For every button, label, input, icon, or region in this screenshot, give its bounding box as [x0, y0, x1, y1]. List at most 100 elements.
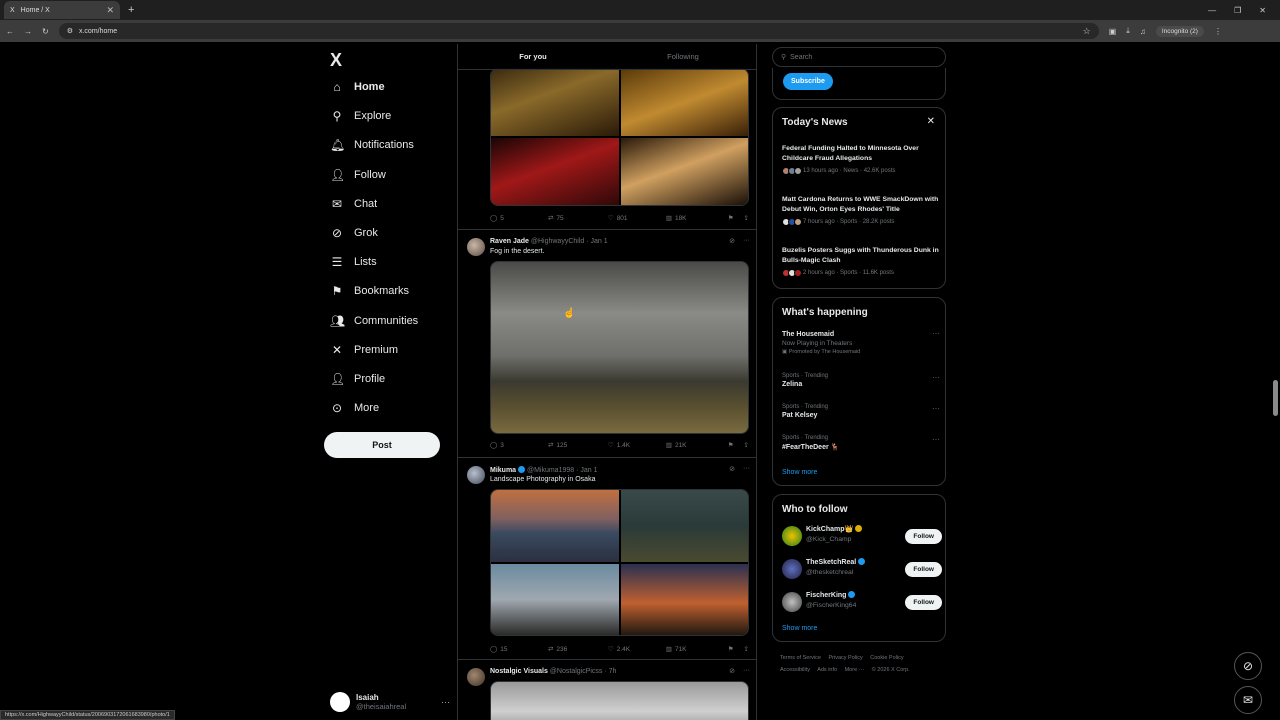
post-casino[interactable]: ◯ 5 ⇄ 75 ♡ 801 ▥ 18K ⚑ ⇪ — [458, 44, 756, 230]
more-dots-icon[interactable]: ··· — [743, 465, 750, 473]
nav-item-explore[interactable]: ⚲ Explore — [330, 105, 392, 127]
trend-item[interactable]: Sports · Trending Zelina ··· — [782, 373, 942, 388]
follow-suggestion[interactable]: FischerKing @FischerKing64 Follow — [782, 589, 942, 615]
photo-casino-interior[interactable] — [491, 69, 619, 136]
photo-neon-bar[interactable] — [491, 138, 619, 205]
messages-fab-icon[interactable]: ✉ — [1234, 686, 1262, 714]
site-info-icon[interactable]: ⚙ — [67, 27, 73, 35]
more-dots-icon[interactable]: ··· — [932, 404, 940, 413]
avatar[interactable] — [467, 238, 485, 256]
reply-button[interactable]: ◯ 3 — [490, 441, 548, 450]
nav-item-follow[interactable]: 👤︎ Follow — [330, 164, 386, 186]
post-fog-desert[interactable]: Raven Jade @HighwayyChild · Jan 1 ⊘ ··· F… — [458, 230, 756, 458]
close-tab-icon[interactable]: ✕ — [106, 5, 114, 16]
nav-item-communities[interactable]: 👥︎ Communities — [330, 310, 418, 332]
nav-item-home[interactable]: ⌂ Home — [330, 76, 384, 98]
more-dots-icon[interactable]: ··· — [932, 329, 940, 338]
views-button[interactable]: ▥ 21K — [666, 441, 728, 450]
bookmark-icon[interactable]: ⚑ — [728, 441, 734, 449]
search-input[interactable]: ⚲ Search — [772, 47, 946, 67]
address-bar[interactable]: ⚙ x.com/home ☆ — [58, 23, 1099, 39]
post-media-grid[interactable] — [490, 489, 749, 636]
bookmark-icon[interactable]: ⚑ — [728, 645, 734, 653]
more-dots-icon[interactable]: ··· — [441, 697, 450, 707]
more-dots-icon[interactable]: ··· — [932, 373, 940, 382]
incognito-badge[interactable]: Incognito (2) — [1155, 25, 1204, 37]
show-more-link[interactable]: Show more — [782, 469, 817, 476]
repost-button[interactable]: ⇄ 125 — [548, 441, 608, 450]
author-handle[interactable]: @Mikuma1998 — [527, 467, 574, 474]
photo-train-wires[interactable] — [491, 563, 619, 635]
footer-link[interactable]: Privacy Policy — [829, 655, 863, 661]
show-more-link[interactable]: Show more — [782, 625, 817, 632]
back-icon[interactable]: ← — [6, 27, 14, 36]
new-tab-icon[interactable]: + — [128, 4, 134, 16]
trend-item[interactable]: Sports · Trending #FearTheDeer 🦌 ··· — [782, 435, 942, 451]
author-name[interactable]: Mikuma — [490, 467, 516, 474]
minimize-icon[interactable]: — — [1208, 6, 1216, 15]
footer-link[interactable]: Cookie Policy — [870, 655, 903, 661]
reply-button[interactable]: ◯ 5 — [490, 214, 548, 223]
share-icon[interactable]: ⇪ — [744, 441, 749, 449]
download-icon[interactable]: ⤓ — [1126, 26, 1130, 36]
account-switcher[interactable]: Isaiah @theisaiahreal ··· — [330, 684, 450, 720]
follow-suggestion[interactable]: KickChamp👑 @Kick_Champ Follow — [782, 523, 942, 549]
bookmark-star-icon[interactable]: ☆ — [1083, 26, 1091, 37]
trend-item[interactable]: The Housemaid Now Playing in Theaters ▣ … — [782, 329, 942, 355]
post-date[interactable]: · Jan 1 — [576, 467, 597, 474]
grok-icon[interactable]: ⊘ — [729, 667, 735, 675]
nav-item-profile[interactable]: 👤︎ Profile — [330, 368, 385, 390]
photo-osaka-sunset[interactable] — [491, 490, 619, 562]
nav-item-lists[interactable]: ☰ Lists — [330, 251, 377, 273]
close-window-icon[interactable]: ✕ — [1259, 6, 1266, 15]
author-handle[interactable]: @HighwayyChild — [531, 238, 584, 245]
browser-menu-icon[interactable]: ⋮ — [1214, 27, 1222, 36]
trend-item[interactable]: Sports · Trending Pat Kelsey ··· — [782, 404, 942, 419]
news-item[interactable]: Buzelis Posters Suggs with Thunderous Du… — [782, 246, 942, 277]
avatar[interactable] — [467, 668, 485, 686]
like-button[interactable]: ♡ 801 — [608, 214, 666, 223]
x-logo-icon[interactable]: X — [330, 50, 342, 71]
grok-fab-icon[interactable]: ⊘ — [1234, 652, 1262, 680]
repost-button[interactable]: ⇄ 236 — [548, 645, 608, 654]
subscribe-button[interactable]: Subscribe — [783, 73, 833, 90]
post-media-grid[interactable] — [490, 68, 749, 206]
author-name[interactable]: Raven Jade — [490, 238, 529, 245]
repost-button[interactable]: ⇄ 75 — [548, 214, 608, 223]
nav-item-more[interactable]: ⊙ More — [330, 397, 379, 419]
author-name[interactable]: Nostalgic Visuals — [490, 668, 548, 675]
like-button[interactable]: ♡ 1.4K — [608, 441, 666, 450]
sidepanel-icon[interactable]: ▣ — [1109, 27, 1117, 36]
views-button[interactable]: ▥ 18K — [666, 214, 728, 223]
nav-item-notifications[interactable]: 🔔︎ Notifications — [330, 134, 414, 156]
forward-icon[interactable]: → — [24, 27, 32, 36]
more-dots-icon[interactable]: ··· — [932, 435, 940, 444]
nav-item-grok[interactable]: ⊘ Grok — [330, 222, 378, 244]
post-button[interactable]: Post — [324, 432, 440, 458]
nav-item-chat[interactable]: ✉ Chat — [330, 193, 377, 215]
footer-link[interactable]: Ads info — [817, 667, 837, 673]
post-date[interactable]: · 7h — [604, 668, 616, 675]
more-dots-icon[interactable]: ··· — [743, 237, 750, 245]
tab-following[interactable]: Following — [608, 44, 756, 69]
post-date[interactable]: · Jan 1 — [586, 238, 607, 245]
follow-button[interactable]: Follow — [905, 595, 942, 610]
follow-button[interactable]: Follow — [905, 529, 942, 544]
photo-city-dusk[interactable] — [620, 563, 748, 635]
media-icon[interactable]: ♫ — [1140, 27, 1146, 36]
bookmark-icon[interactable]: ⚑ — [728, 214, 734, 222]
page-scrollbar[interactable] — [1273, 380, 1278, 416]
footer-link[interactable]: Accessibility — [780, 667, 810, 673]
browser-tab[interactable]: X Home / X ✕ — [4, 1, 120, 19]
nav-item-bookmarks[interactable]: ⚑ Bookmarks — [330, 280, 409, 302]
post-photo-fog[interactable] — [490, 261, 749, 434]
post-osaka[interactable]: Mikuma @Mikuma1998 · Jan 1 ⊘ ··· Landscap… — [458, 458, 756, 660]
photo-bar-interior[interactable] — [620, 69, 748, 136]
post-photo-snow[interactable] — [490, 681, 749, 720]
nav-item-premium[interactable]: ✕ Premium — [330, 339, 398, 361]
news-item[interactable]: Matt Cardona Returns to WWE SmackDown wi… — [782, 195, 942, 226]
reply-button[interactable]: ◯ 15 — [490, 645, 548, 654]
more-dots-icon[interactable]: ··· — [743, 667, 750, 675]
share-icon[interactable]: ⇪ — [744, 645, 749, 653]
post-nostalgic[interactable]: Nostalgic Visuals @NostalgicPicss · 7h ⊘… — [458, 660, 756, 720]
